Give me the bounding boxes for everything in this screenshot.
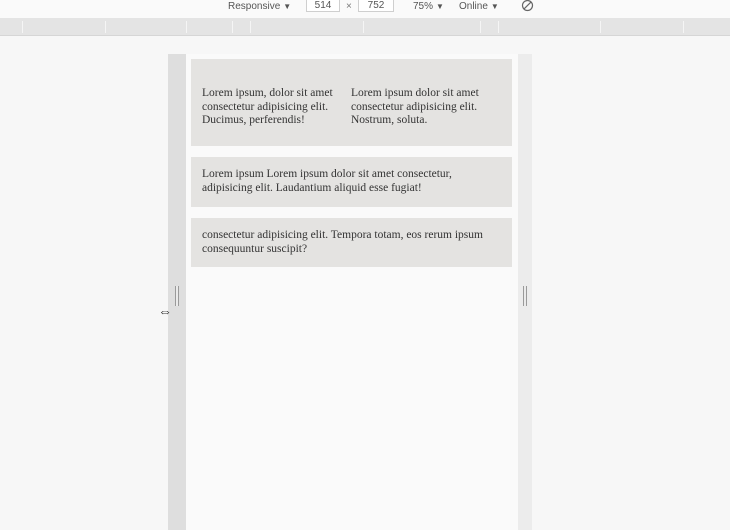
chevron-down-icon: ▼ — [283, 2, 292, 11]
chevron-down-icon: ▼ — [436, 2, 444, 11]
chevron-down-icon: ▼ — [490, 2, 499, 11]
card-column-text: Lorem ipsum, dolor sit amet consectetur … — [202, 87, 333, 126]
zoom-select-label: 75% — [413, 1, 434, 12]
device-select[interactable]: Responsive ▼ — [228, 0, 291, 18]
device-viewport: Lorem ipsum, dolor sit amet consectetur … — [186, 54, 518, 530]
device-toolbar: Responsive ▼ 514 × 752 75% ▼ Online ▼ — [0, 0, 730, 18]
card-text: consectetur adipisicing elit. Tempora to… — [202, 229, 483, 255]
card-text: Lorem ipsum Lorem ipsum dolor sit amet c… — [202, 168, 452, 194]
right-resize-handle[interactable] — [523, 286, 527, 306]
card-column-text: Lorem ipsum dolor sit amet consectetur a… — [351, 87, 479, 126]
dimension-separator: × — [346, 1, 352, 12]
rotate-icon[interactable] — [521, 0, 534, 17]
card-two-columns: Lorem ipsum, dolor sit amet consectetur … — [191, 59, 512, 146]
network-throttle-select[interactable]: Online ▼ — [459, 0, 499, 18]
device-select-label: Responsive — [228, 1, 281, 12]
zoom-select[interactable]: 75% ▼ — [413, 0, 444, 18]
resize-cursor-icon: ⇔ — [158, 303, 172, 319]
media-query-bar[interactable] — [0, 18, 730, 36]
height-input[interactable]: 752 — [358, 0, 394, 12]
left-resize-handle[interactable] — [175, 286, 179, 306]
width-input[interactable]: 514 — [306, 0, 340, 12]
card: consectetur adipisicing elit. Tempora to… — [191, 218, 512, 267]
network-select-label: Online — [459, 1, 488, 12]
card: Lorem ipsum Lorem ipsum dolor sit amet c… — [191, 157, 512, 207]
